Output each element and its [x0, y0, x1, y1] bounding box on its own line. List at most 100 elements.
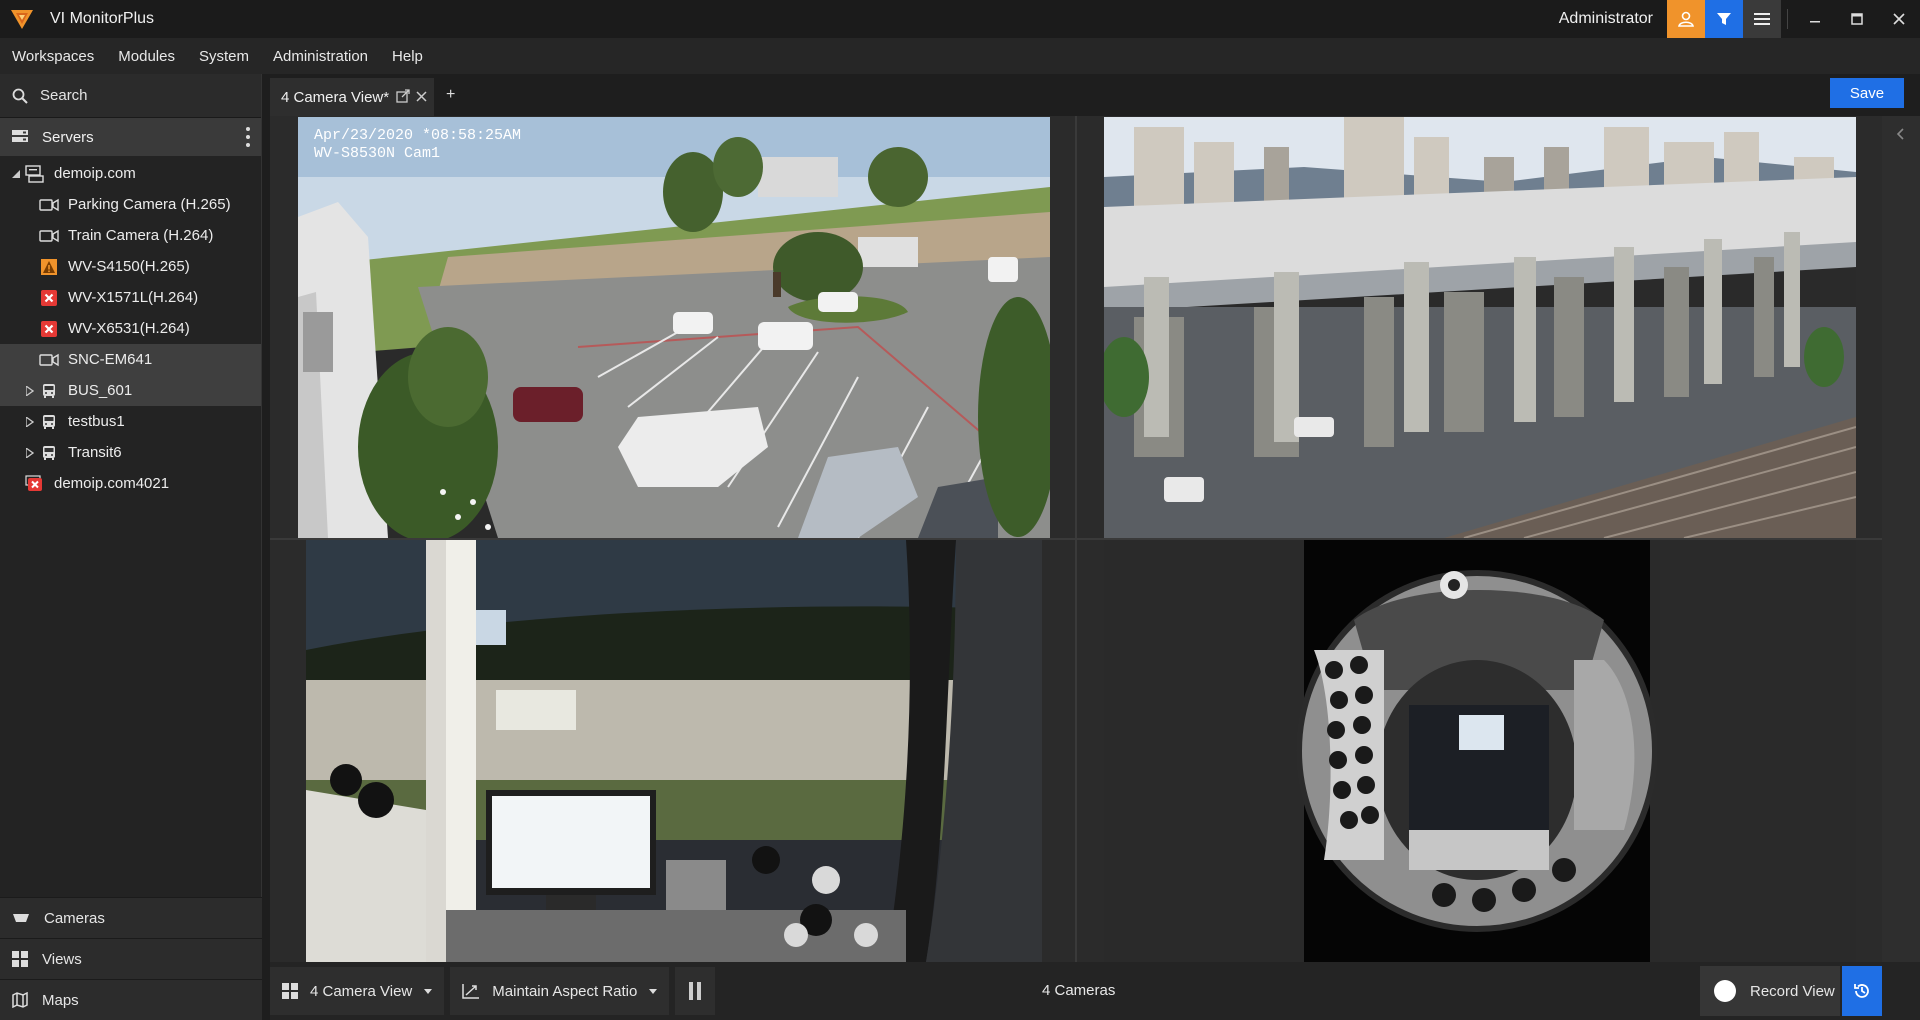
tree-item-label: WV-X1571L(H.264): [68, 289, 199, 306]
hamburger-icon: [1754, 13, 1770, 25]
layout-dropdown[interactable]: 4 Camera View: [270, 967, 445, 1015]
menu-modules[interactable]: Modules: [106, 48, 187, 65]
grid-icon: [12, 951, 28, 967]
tree-item-wv-x6531[interactable]: WV-X6531(H.264): [0, 313, 261, 344]
history-button[interactable]: [1842, 966, 1882, 1016]
add-tab-button[interactable]: +: [446, 86, 455, 104]
tree-item-label: BUS_601: [68, 382, 133, 399]
user-name[interactable]: Administrator: [1559, 10, 1653, 28]
grid-layout-icon: [282, 983, 298, 999]
map-icon: [12, 992, 28, 1008]
tree-item-label: demoip.com4021: [54, 475, 170, 492]
close-window-button[interactable]: [1878, 0, 1920, 38]
popout-icon[interactable]: [396, 89, 410, 103]
camera-feed-fisheye: [1104, 540, 1856, 962]
expanded-arrow-icon[interactable]: [8, 169, 24, 178]
aspect-label: Maintain Aspect Ratio: [492, 982, 638, 1000]
servers-label: Servers: [42, 128, 94, 146]
error-icon: [38, 289, 60, 307]
bottom-toolbar: 4 Camera View Maintain Aspect Ratio 4 Ca…: [270, 962, 1920, 1020]
tab-label: 4 Camera View*: [281, 88, 390, 106]
tree-item-train-camera[interactable]: Train Camera (H.264): [0, 220, 261, 251]
filter-button[interactable]: [1705, 0, 1743, 38]
tree-item-label: Train Camera (H.264): [68, 227, 214, 244]
sidebar-tab-label: Cameras: [44, 909, 105, 927]
user-icon: [1678, 11, 1694, 27]
title-bar: VI MonitorPlus Administrator: [0, 0, 1920, 38]
menu-administration[interactable]: Administration: [261, 48, 380, 65]
close-tab-icon[interactable]: [416, 91, 427, 102]
app-title: VI MonitorPlus: [50, 10, 155, 27]
close-icon: [1893, 13, 1905, 25]
layout-label: 4 Camera View: [310, 982, 413, 1000]
camera-tile-2[interactable]: [1104, 117, 1856, 538]
tree-item-label: testbus1: [68, 413, 125, 430]
search-label: Search: [40, 87, 88, 104]
camera-feed-parking: Apr/23/2020 *08:58:25AM WV-S8530N Cam1: [298, 117, 1050, 538]
sidebar-tab-label: Views: [42, 950, 82, 968]
sidebar-tab-cameras[interactable]: Cameras: [0, 897, 262, 938]
pause-icon: [689, 982, 702, 1000]
search-button[interactable]: Search: [0, 74, 261, 118]
sidebar-tab-views[interactable]: Views: [0, 938, 262, 979]
camera-feed-lab: [306, 540, 1042, 962]
tree-item-demoip-4021[interactable]: demoip.com4021: [0, 468, 261, 499]
tree-item-parking-camera[interactable]: Parking Camera (H.265): [0, 189, 261, 220]
collapsed-arrow-icon[interactable]: [22, 447, 38, 458]
aspect-ratio-icon: [462, 984, 480, 999]
view-tab-bar: 4 Camera View* + Save: [270, 74, 1920, 116]
menu-bar: Workspaces Modules System Administration…: [0, 38, 1920, 74]
menu-workspaces[interactable]: Workspaces: [0, 48, 106, 65]
app-logo-icon: [11, 10, 33, 29]
pause-button[interactable]: [675, 967, 716, 1015]
camera-timestamp: Apr/23/2020 *08:58:25AM: [314, 127, 521, 144]
minimize-button[interactable]: [1794, 0, 1836, 38]
camera-icon: [38, 196, 60, 214]
cameras-icon: [13, 914, 29, 922]
warning-icon: [38, 258, 60, 276]
search-icon: [12, 88, 28, 104]
bus-icon: [38, 382, 60, 400]
camera-tile-4[interactable]: [1104, 540, 1856, 962]
tree-item-label: Parking Camera (H.265): [68, 196, 231, 213]
aspect-ratio-dropdown[interactable]: Maintain Aspect Ratio: [450, 967, 670, 1015]
maximize-icon: [1851, 13, 1863, 25]
hamburger-menu-button[interactable]: [1743, 0, 1781, 38]
tree-item-bus-601[interactable]: BUS_601: [0, 375, 261, 406]
bus-icon: [38, 444, 60, 462]
record-icon: [1714, 980, 1736, 1002]
camera-count: 4 Cameras: [1042, 982, 1116, 999]
save-button[interactable]: Save: [1830, 78, 1904, 108]
menu-system[interactable]: System: [187, 48, 261, 65]
bus-icon: [38, 413, 60, 431]
tab-4-camera-view[interactable]: 4 Camera View*: [270, 78, 434, 116]
right-panel-collapsed[interactable]: [1882, 116, 1920, 962]
maximize-button[interactable]: [1836, 0, 1878, 38]
camera-tile-3[interactable]: [306, 540, 1042, 962]
tree-item-transit6[interactable]: Transit6: [0, 437, 261, 468]
tree-item-wv-s4150[interactable]: WV-S4150(H.265): [0, 251, 261, 282]
tree-item-label: Transit6: [68, 444, 122, 461]
servers-more-icon[interactable]: [245, 127, 251, 147]
camera-icon: [38, 351, 60, 369]
title-divider: [1787, 9, 1788, 29]
sidebar-tab-label: Maps: [42, 991, 79, 1009]
collapsed-arrow-icon[interactable]: [22, 416, 38, 427]
sidebar-tab-maps[interactable]: Maps: [0, 979, 262, 1020]
menu-help[interactable]: Help: [380, 48, 435, 65]
camera-icon: [38, 227, 60, 245]
tree-item-snc-em641[interactable]: SNC-EM641: [0, 344, 261, 375]
tree-item-wv-x1571l[interactable]: WV-X1571L(H.264): [0, 282, 261, 313]
user-button[interactable]: [1667, 0, 1705, 38]
tree-item-label: WV-X6531(H.264): [68, 320, 190, 337]
record-view-toggle[interactable]: Record View: [1700, 966, 1840, 1016]
tree-item-testbus1[interactable]: testbus1: [0, 406, 261, 437]
collapsed-arrow-icon[interactable]: [22, 385, 38, 396]
tree-item-demoip[interactable]: demoip.com: [0, 158, 261, 189]
filter-icon: [1717, 13, 1731, 25]
history-icon: [1854, 984, 1869, 998]
chevron-left-icon[interactable]: [1896, 128, 1904, 140]
grid-divider-horizontal: [270, 538, 1882, 540]
camera-tile-1[interactable]: Apr/23/2020 *08:58:25AM WV-S8530N Cam1: [298, 117, 1050, 538]
servers-header[interactable]: Servers: [0, 118, 261, 156]
